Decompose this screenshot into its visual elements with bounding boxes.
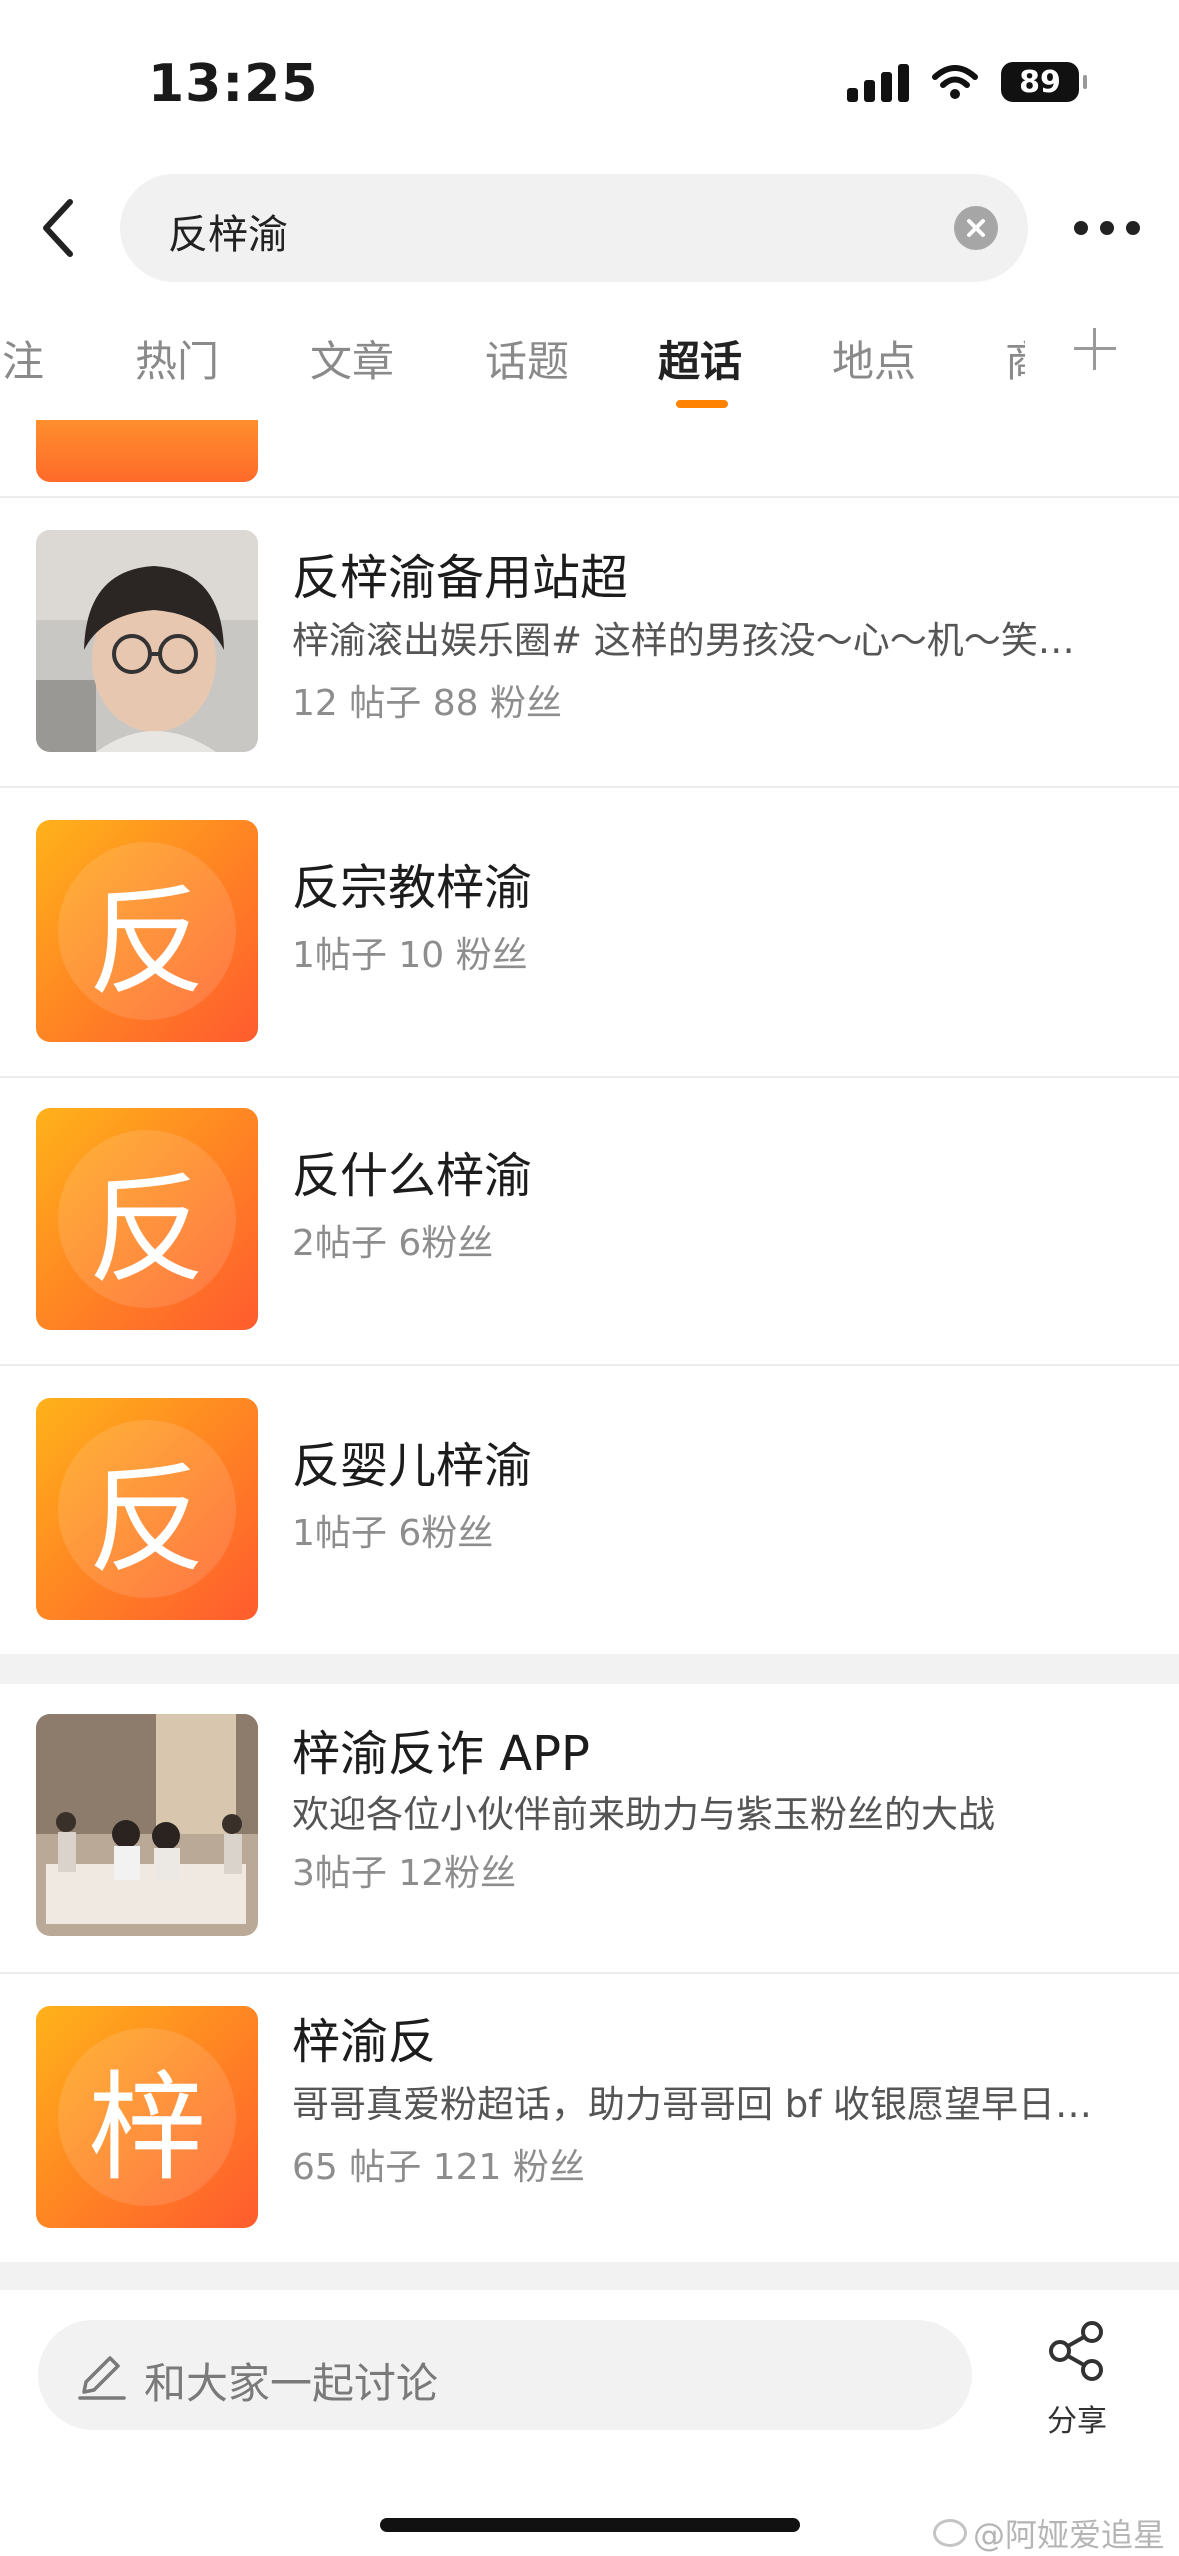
more-dot-icon	[1074, 221, 1088, 235]
share-icon	[1049, 2321, 1103, 2381]
watermark: @阿娅爱追星	[932, 2510, 1165, 2556]
tab-bar: 关注 热门 文章 话题 超话 地点 商	[0, 310, 1179, 420]
more-dot-icon	[1126, 221, 1140, 235]
status-icons: 89	[847, 62, 1087, 102]
share-label: 分享	[1047, 2404, 1107, 2439]
back-button[interactable]	[22, 192, 94, 264]
super-topic-list: 反梓渝备用站超 梓渝滚出娱乐圈# 这样的男孩没～心～机～笑… 12 帖子 88 …	[0, 420, 1179, 2290]
pencil-icon	[78, 2356, 126, 2400]
tab-super-topics[interactable]: 超话	[658, 328, 742, 389]
add-tab-icon[interactable]	[1072, 326, 1118, 372]
topic-title: 反梓渝备用站超	[292, 550, 629, 606]
battery-icon: 89	[1001, 62, 1087, 102]
topic-thumbnail	[36, 1714, 258, 1936]
wifi-icon	[932, 65, 978, 99]
thumbnail-character: 梓	[87, 2058, 206, 2197]
status-time: 13:25	[148, 54, 319, 114]
topic-title: 梓渝反	[292, 2014, 437, 2070]
tab-articles[interactable]: 文章	[310, 328, 394, 389]
topic-title: 反宗教梓渝	[292, 860, 533, 916]
bottom-bar: 和大家一起讨论 分享 @阿娅爱追星	[0, 2290, 1179, 2556]
list-item[interactable]: 梓 梓渝反 哥哥真爱粉超话，助力哥哥回 bf 收银愿望早日… 65 帖子 121…	[0, 1974, 1179, 2262]
topic-thumbnail	[36, 530, 258, 752]
share-button[interactable]: 分享	[1024, 2320, 1130, 2450]
tab-shop[interactable]: 商	[1005, 328, 1025, 389]
thumbnail-character: 反	[87, 1160, 206, 1299]
topic-title: 反什么梓渝	[292, 1148, 533, 1204]
clear-search-button[interactable]	[954, 206, 998, 250]
close-icon	[967, 219, 985, 237]
topic-stats: 1帖子 10 粉丝	[292, 935, 528, 976]
more-dot-icon	[1100, 221, 1114, 235]
topic-stats: 2帖子 6粉丝	[292, 1223, 494, 1264]
topic-title: 梓渝反诈 APP	[292, 1726, 590, 1782]
thumbnail-character: 反	[87, 1450, 206, 1589]
topic-thumbnail: 梓	[36, 2006, 258, 2228]
list-item[interactable]: 梓渝反诈 APP 欢迎各位小伙伴前来助力与紫玉粉丝的大战 3帖子 12粉丝	[0, 1684, 1179, 1972]
list-item[interactable]: 反梓渝备用站超 梓渝滚出娱乐圈# 这样的男孩没～心～机～笑… 12 帖子 88 …	[0, 498, 1179, 786]
topic-stats: 65 帖子 121 粉丝	[292, 2147, 585, 2188]
chevron-left-icon	[43, 199, 73, 257]
room-photo-image	[36, 1714, 258, 1936]
topic-stats: 3帖子 12粉丝	[292, 1853, 517, 1894]
topic-thumbnail: 反	[36, 820, 258, 1042]
list-item[interactable]: 反 反宗教梓渝 1帖子 10 粉丝	[0, 788, 1179, 1076]
list-item[interactable]: 反 反什么梓渝 2帖子 6粉丝	[0, 1078, 1179, 1366]
status-bar: 13:25 89	[0, 0, 1179, 170]
thumbnail-character: 反	[87, 872, 206, 1011]
boy-photo-image	[36, 530, 258, 752]
search-input[interactable]: 反梓渝	[120, 174, 1028, 282]
more-options-button[interactable]	[1062, 206, 1152, 250]
home-indicator[interactable]	[380, 2518, 800, 2532]
discussion-placeholder: 和大家一起讨论	[144, 2359, 439, 2408]
list-item[interactable]: 反 反婴儿梓渝 1帖子 6粉丝	[0, 1366, 1179, 1654]
topic-description: 哥哥真爱粉超话，助力哥哥回 bf 收银愿望早日…	[292, 2083, 1093, 2126]
search-query: 反梓渝	[168, 212, 288, 258]
cellular-signal-icon	[847, 62, 909, 102]
topic-thumbnail: 反	[36, 1398, 258, 1620]
section-gap	[0, 1654, 1179, 1684]
topic-stats: 12 帖子 88 粉丝	[292, 683, 562, 724]
tab-topics[interactable]: 话题	[485, 328, 569, 389]
topic-title: 反婴儿梓渝	[292, 1438, 533, 1494]
active-tab-indicator	[676, 400, 728, 408]
partial-thumbnail	[36, 420, 258, 482]
tab-follow[interactable]: 关注	[0, 328, 44, 389]
discussion-input[interactable]: 和大家一起讨论	[38, 2320, 972, 2430]
topic-stats: 1帖子 6粉丝	[292, 1513, 494, 1554]
topic-description: 梓渝滚出娱乐圈# 这样的男孩没～心～机～笑…	[292, 619, 1075, 662]
watermark-text: @阿娅爱追星	[972, 2516, 1165, 2554]
section-gap	[0, 2262, 1179, 2290]
topic-description: 欢迎各位小伙伴前来助力与紫玉粉丝的大战	[292, 1793, 995, 1836]
weibo-logo-icon	[932, 2519, 967, 2547]
topic-thumbnail: 反	[36, 1108, 258, 1330]
tab-places[interactable]: 地点	[832, 328, 916, 389]
tab-hot[interactable]: 热门	[135, 328, 219, 389]
search-header: 反梓渝	[0, 170, 1179, 285]
